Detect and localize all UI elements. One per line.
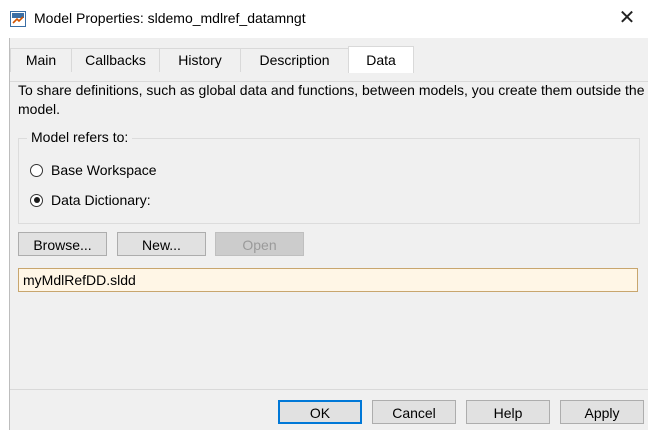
close-icon[interactable]: ✕	[616, 6, 638, 30]
base-workspace-option[interactable]: Base Workspace	[30, 161, 157, 179]
simulink-model-icon	[10, 11, 26, 27]
base-workspace-radio[interactable]	[30, 163, 43, 177]
new-button[interactable]: New...	[117, 232, 206, 256]
tab-description[interactable]: Description	[240, 48, 349, 72]
data-dictionary-option[interactable]: Data Dictionary:	[30, 191, 151, 209]
tab-callbacks[interactable]: Callbacks	[71, 48, 160, 72]
ok-button[interactable]: OK	[278, 400, 362, 424]
tab-history[interactable]: History	[159, 48, 241, 72]
data-dictionary-radio[interactable]	[30, 193, 43, 207]
tab-data[interactable]: Data	[348, 46, 414, 73]
base-workspace-label: Base Workspace	[51, 162, 157, 178]
data-dictionary-label: Data Dictionary:	[51, 192, 151, 208]
window-title: Model Properties: sldemo_mdlref_datamngt	[34, 10, 306, 26]
apply-button[interactable]: Apply	[560, 400, 644, 424]
data-dictionary-field[interactable]	[18, 268, 638, 292]
dialog-body: Main Callbacks History Description Data …	[9, 38, 648, 430]
cancel-button[interactable]: Cancel	[372, 400, 456, 424]
description-text: To share definitions, such as global dat…	[18, 82, 645, 117]
title-bar: Model Properties: sldemo_mdlref_datamngt…	[0, 0, 648, 38]
help-button[interactable]: Help	[466, 400, 550, 424]
browse-button[interactable]: Browse...	[18, 232, 107, 256]
model-refers-to-group: Model refers to: Base Workspace Data Dic…	[18, 129, 640, 224]
group-label: Model refers to:	[27, 129, 133, 145]
open-button[interactable]: Open	[215, 232, 304, 256]
footer-divider	[10, 389, 648, 390]
tab-bar: Main Callbacks History Description Data	[10, 46, 648, 82]
tab-main[interactable]: Main	[10, 48, 72, 72]
